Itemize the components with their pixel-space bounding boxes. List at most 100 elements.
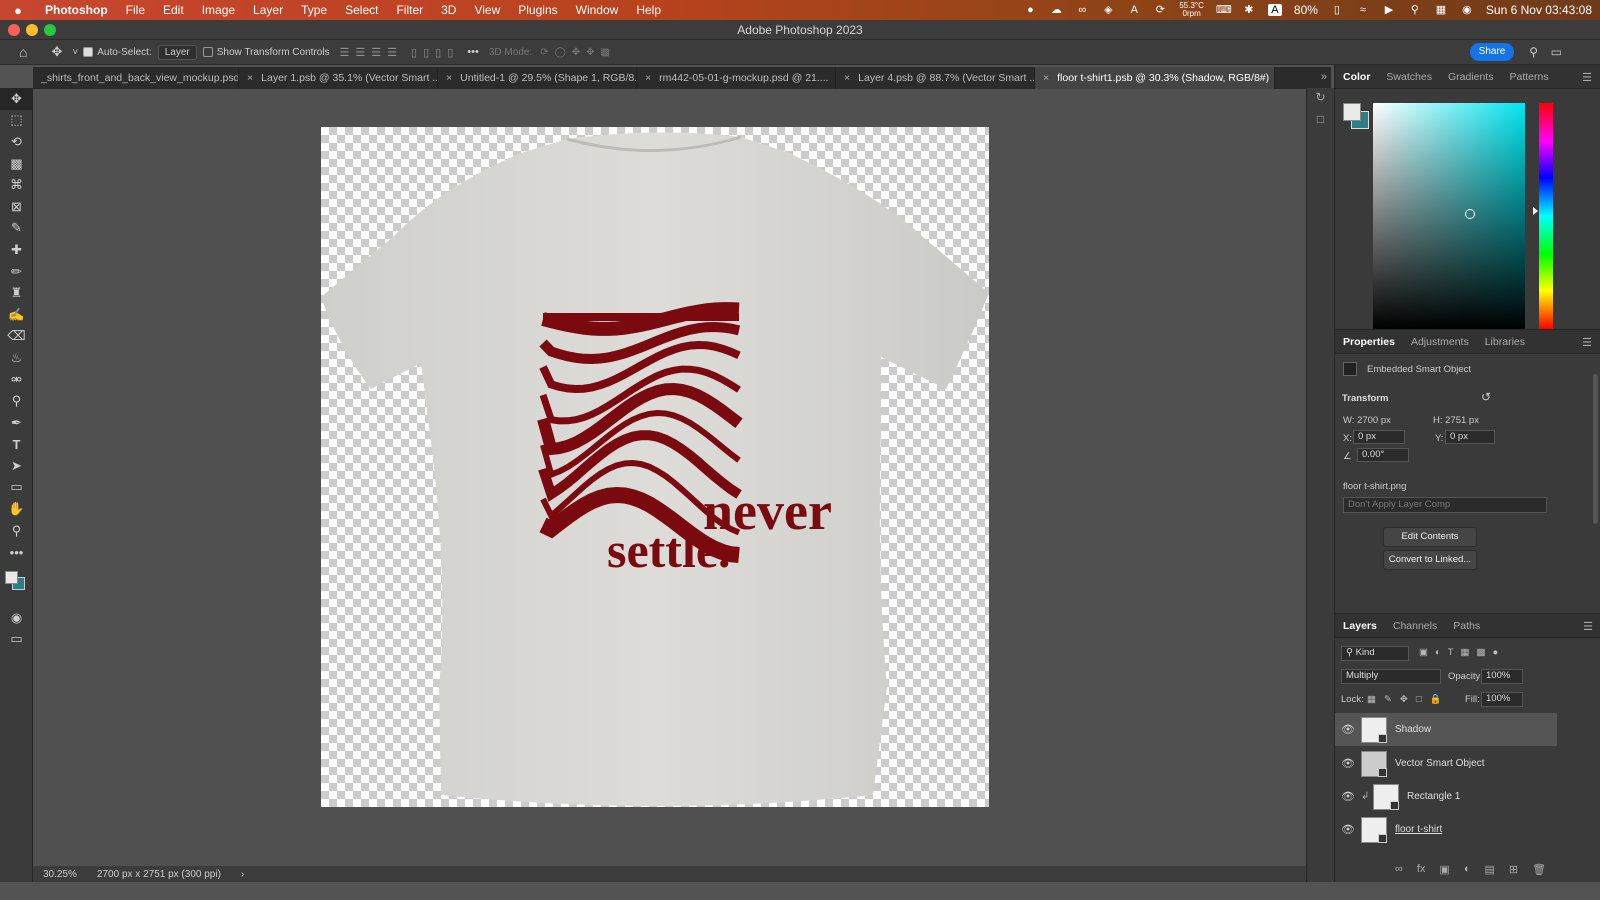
align-top-icon[interactable]: ▯ [411,46,417,59]
zoom-level[interactable]: 30.25% [33,869,87,880]
crop-tool-icon[interactable]: ⌘ [0,174,33,196]
delete-layer-icon[interactable]: 🗑 [1532,863,1546,876]
type-tool-icon[interactable]: T [0,434,33,456]
layer-name[interactable]: Shadow [1395,724,1431,735]
add-mask-icon[interactable]: ▣ [1439,863,1449,876]
visibility-eye-icon[interactable]: 👁 [1335,757,1361,770]
screen-mode-icon[interactable]: ▭ [0,629,33,651]
comments-panel-icon[interactable]: □ [1307,112,1334,134]
document-canvas[interactable]: never settle. [321,127,989,807]
chevron-down-icon[interactable]: ˅ [67,47,83,58]
opacity-field[interactable]: 100% [1481,669,1523,684]
marquee-tool-icon[interactable]: ⬚ [0,110,33,132]
tab-patterns[interactable]: Patterns [1501,65,1556,89]
menu-layer[interactable]: Layer [244,3,292,17]
home-icon[interactable]: ⌂ [14,44,32,60]
rectangle-tool-icon[interactable]: ▭ [0,477,33,499]
menu-window[interactable]: Window [567,3,628,17]
layer-filter-icons[interactable]: ▣◐T▦▩● [1419,647,1505,658]
transform-controls-checkbox[interactable] [202,47,213,57]
history-brush-tool-icon[interactable]: ✍ [0,304,33,326]
menu-filter[interactable]: Filter [387,3,432,17]
lock-icons[interactable]: ▦✎✥□🔒 [1367,694,1449,705]
x-field[interactable]: 0 px [1353,430,1405,444]
status-chevron-icon[interactable]: › [231,869,254,880]
tab-document[interactable]: × Layer 1.psb @ 35.1% (Vector Smart ... [239,67,438,89]
temperature-readout[interactable]: 55.3°C 0rpm [1179,2,1204,18]
adjustment-layer-icon[interactable]: ◐ [1464,863,1471,876]
shield-icon[interactable]: ◈ [1101,4,1115,16]
blend-mode-dropdown[interactable]: Multiply [1341,669,1441,684]
layer-row-rectangle-1[interactable]: 👁 ↲ Rectangle 1 [1335,780,1557,813]
tab-gradients[interactable]: Gradients [1440,65,1502,89]
layer-row-shadow[interactable]: 👁 Shadow [1335,713,1557,746]
hue-slider-marker[interactable] [1533,207,1538,215]
tab-libraries[interactable]: Libraries [1477,330,1533,354]
auto-select-checkbox[interactable] [83,47,94,57]
menu-view[interactable]: View [465,3,509,17]
visibility-eye-icon[interactable]: 👁 [1335,790,1361,803]
menu-3d[interactable]: 3D [432,3,465,17]
tab-paths[interactable]: Paths [1445,614,1488,638]
menu-app-photoshop[interactable]: Photoshop [36,3,117,17]
layer-row-floor-tshirt[interactable]: 👁 floor t-shirt [1335,813,1557,846]
distribute-icon[interactable]: ☰ [387,46,397,59]
color-field[interactable] [1373,103,1525,329]
layer-kind-filter[interactable]: ⚲ Kind [1341,646,1409,661]
healing-brush-tool-icon[interactable]: ✚ [0,239,33,261]
layer-name[interactable]: Rectangle 1 [1407,791,1460,802]
adobe-icon[interactable]: A [1127,4,1141,16]
zoom-tool-icon[interactable]: ⚲ [0,520,33,542]
close-tab-icon[interactable]: × [1043,72,1049,84]
cloud-icon[interactable]: ☁ [1049,4,1063,16]
lasso-tool-icon[interactable]: ⟲ [0,131,33,153]
paint-bucket-tool-icon[interactable]: ♨ [0,347,33,369]
link-layers-icon[interactable]: ∞ [1395,863,1403,876]
tab-overflow-icon[interactable]: » [1321,71,1327,83]
more-options-icon[interactable]: ••• [467,46,479,59]
new-group-icon[interactable]: ▤ [1484,863,1494,876]
reset-transform-icon[interactable]: ↺ [1481,390,1491,404]
menu-help[interactable]: Help [627,3,670,17]
clone-stamp-tool-icon[interactable]: ♜ [0,282,33,304]
convert-to-linked-button[interactable]: Convert to Linked... [1383,550,1477,570]
fx-icon[interactable]: fx [1417,863,1426,876]
tab-layers[interactable]: Layers [1335,614,1385,638]
layer-row-vector-smart-object[interactable]: 👁 Vector Smart Object [1335,747,1557,780]
eraser-tool-icon[interactable]: ⌫ [0,326,33,348]
tab-document[interactable]: × Untitled-1 @ 29.5% (Shape 1, RGB/8... [438,67,637,89]
align-left-icon[interactable]: ☰ [340,46,350,59]
canvas-area[interactable]: never settle. [33,89,1331,878]
frame-tool-icon[interactable]: ⊠ [0,196,33,218]
path-selection-tool-icon[interactable]: ➤ [0,455,33,477]
panel-menu-icon[interactable]: ☰ [1583,620,1593,633]
move-tool-icon[interactable]: ✥ [0,88,33,110]
visibility-eye-icon[interactable]: 👁 [1335,823,1361,836]
new-layer-icon[interactable]: ⊞ [1509,863,1518,876]
close-tab-icon[interactable]: × [247,72,253,84]
minimize-window-button[interactable] [26,24,38,36]
hand-tool-icon[interactable]: ✋ [0,498,33,520]
blur-tool-icon[interactable]: ⚮ [0,369,33,391]
search-icon[interactable]: ⚲ [1408,4,1422,16]
play-icon[interactable]: ▶ [1382,4,1396,16]
close-window-button[interactable] [8,24,20,36]
menu-image[interactable]: Image [193,3,244,17]
creative-cloud-icon[interactable]: ∞ [1075,4,1089,16]
layer-name[interactable]: floor t-shirt [1395,824,1442,835]
align-right-icon[interactable]: ☰ [371,46,381,59]
menu-file[interactable]: File [117,3,154,17]
bluetooth-icon[interactable]: ✱ [1242,4,1256,16]
color-picker-handle[interactable] [1465,209,1475,219]
hue-slider[interactable] [1533,103,1553,329]
wifi-icon[interactable]: ≈ [1356,4,1370,16]
menu-plugins[interactable]: Plugins [509,3,566,17]
align-bottom-icon[interactable]: ▯ [435,46,441,59]
tab-properties[interactable]: Properties [1335,330,1403,354]
history-panel-icon[interactable]: ↻ [1307,90,1334,112]
siri-icon[interactable]: ◉ [1460,4,1474,16]
dodge-tool-icon[interactable]: ⚲ [0,390,33,412]
tab-document[interactable]: _shirts_front_and_back_view_mockup.psd [33,67,239,89]
tab-document[interactable]: × rm442-05-01-g-mockup.psd @ 21.... [637,67,836,89]
pen-tool-icon[interactable]: ✒ [0,412,33,434]
